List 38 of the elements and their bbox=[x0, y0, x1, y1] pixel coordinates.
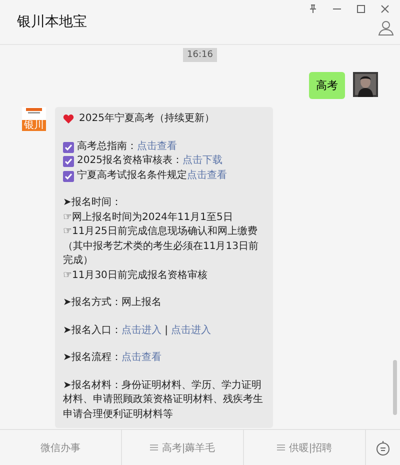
person-icon[interactable] bbox=[378, 20, 394, 36]
menu-button[interactable]: 供暖|招聘 bbox=[244, 430, 366, 465]
list-icon bbox=[150, 444, 158, 451]
message-text: ☞11月30日前完成报名资格审核 bbox=[63, 270, 208, 280]
message-text: 宁夏高考试报名条件规定 bbox=[77, 170, 187, 180]
close-icon[interactable] bbox=[380, 4, 390, 14]
link[interactable]: 点击查看 bbox=[121, 352, 162, 363]
message-text: ☞11月25日前完成信息现场确认和网上缴费（其中报考艺术类的考生必须在11月13日前完成） bbox=[63, 226, 258, 266]
message-text: ➤报名流程： bbox=[63, 352, 122, 363]
message-text: 2025报名资格审核表： bbox=[77, 155, 182, 166]
checkbox-icon bbox=[63, 142, 74, 152]
checkbox-icon bbox=[63, 156, 74, 167]
keyboard-icon[interactable] bbox=[376, 440, 390, 456]
message-text: ➤报名材料：身份证明材料、学历、学力证明材料、申请照顾政策资格证明材料、残疾考生申请合理便利证明材料等 bbox=[63, 380, 263, 420]
message-text: | bbox=[164, 324, 169, 336]
menu-button[interactable]: 高考|薅羊毛 bbox=[122, 430, 244, 465]
message-text: ➤报名时间： bbox=[63, 197, 122, 208]
sender-badge: 银川 bbox=[22, 120, 46, 131]
link[interactable]: 点击下载 bbox=[182, 155, 222, 166]
checkbox-icon bbox=[63, 170, 74, 182]
logo-icon bbox=[25, 107, 43, 115]
message-text: 2025年宁夏高考（持续更新） bbox=[79, 113, 214, 124]
link[interactable]: 点击查看 bbox=[137, 140, 177, 152]
message-text: ➤报名入口： bbox=[63, 324, 122, 336]
heart-icon bbox=[63, 114, 74, 124]
message-bubble: 高考 bbox=[309, 72, 345, 99]
link[interactable]: 点击进入 bbox=[121, 324, 162, 336]
link[interactable]: 点击进入 bbox=[171, 324, 212, 336]
link[interactable]: 点击查看 bbox=[187, 170, 227, 180]
maximize-icon[interactable] bbox=[356, 4, 366, 14]
message-text: ➤报名方式：网上报名 bbox=[63, 297, 162, 308]
list-icon bbox=[276, 444, 285, 451]
message-text: 高考总指南： bbox=[77, 140, 137, 152]
message-text: ☞网上报名时间为2024年11月1至5日 bbox=[63, 212, 233, 222]
pin-icon[interactable] bbox=[308, 4, 318, 14]
menu-button[interactable]: 微信办事 bbox=[0, 430, 122, 465]
time-badge: 16:16 bbox=[183, 48, 217, 62]
chat-title: 银川本地宝 bbox=[17, 13, 87, 31]
